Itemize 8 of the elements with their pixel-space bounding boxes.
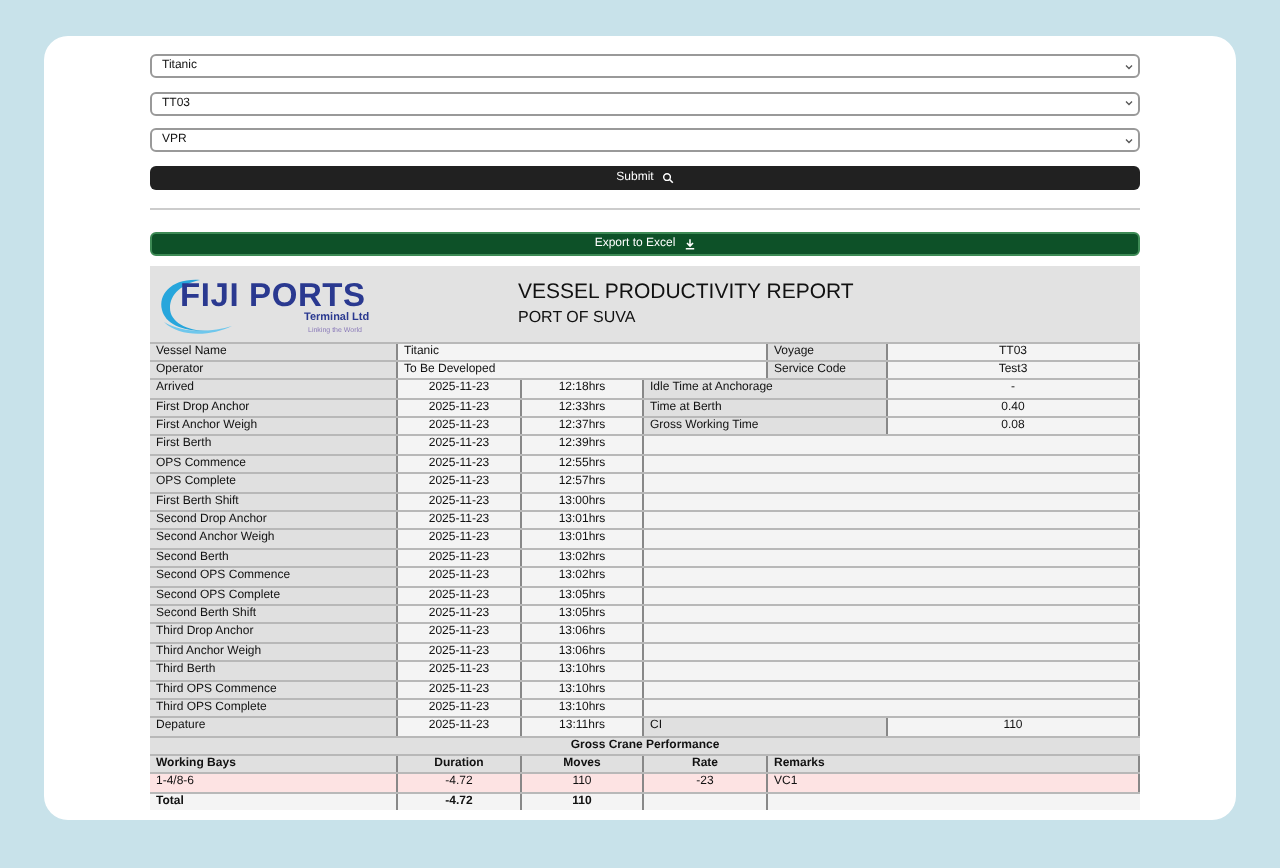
download-icon — [683, 237, 696, 249]
chevron-icon — [1124, 135, 1134, 145]
report-title: VESSEL PRODUCTIVITY REPORT — [518, 280, 854, 304]
logo-text: FIJI PORTS — [180, 277, 366, 313]
search-icon — [661, 171, 674, 183]
chevron-icon — [1124, 61, 1134, 71]
chevron-icon — [1124, 98, 1134, 108]
report-subtitle: PORT OF SUVA — [518, 308, 638, 326]
